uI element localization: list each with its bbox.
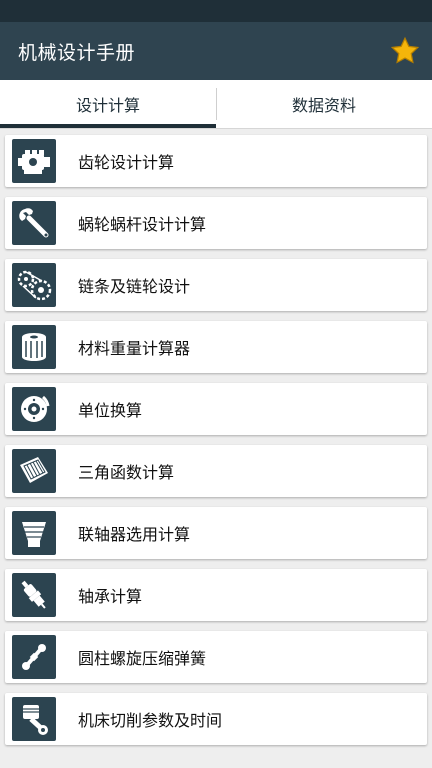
item-label: 轴承计算 [78,587,143,606]
list-item-material-weight[interactable]: 材料重量计算器 [5,321,427,373]
tab-label: 设计计算 [75,96,140,115]
item-label: 蜗轮蜗杆设计计算 [78,215,207,234]
star-icon[interactable] [388,34,422,68]
tool-list: 齿轮设计计算 蜗轮蜗杆设计计算 链条及链轮设计 材料重量计算器 单位换算 三角函… [0,129,432,745]
item-label: 单位换算 [78,401,143,420]
list-item-compression-spring[interactable]: 圆柱螺旋压缩弹簧 [5,631,427,683]
air-filter-icon [12,449,56,493]
engine-icon [12,139,56,183]
item-label: 圆柱螺旋压缩弹簧 [78,649,207,668]
spark-plug-icon [12,573,56,617]
list-item-gear-design[interactable]: 齿轮设计计算 [5,135,427,187]
status-bar [0,0,432,22]
list-item-chain-sprocket[interactable]: 链条及链轮设计 [5,259,427,311]
list-item-bearing-calc[interactable]: 轴承计算 [5,569,427,621]
tab-data-reference[interactable]: 数据资料 [216,80,432,128]
list-item-machining-params[interactable]: 机床切削参数及时间 [5,693,427,745]
tab-bar: 设计计算 数据资料 [0,80,432,129]
drive-shaft-icon [12,635,56,679]
item-label: 机床切削参数及时间 [78,711,223,730]
oil-filter-icon [12,325,56,369]
list-item-coupling-select[interactable]: 联轴器选用计算 [5,507,427,559]
item-label: 材料重量计算器 [78,339,191,358]
item-label: 链条及链轮设计 [78,277,191,296]
item-label: 三角函数计算 [78,463,175,482]
wrench-icon [12,201,56,245]
app-title: 机械设计手册 [18,41,136,64]
list-item-unit-conversion[interactable]: 单位换算 [5,383,427,435]
list-item-trig-calc[interactable]: 三角函数计算 [5,445,427,497]
item-label: 联轴器选用计算 [78,525,191,544]
list-item-worm-gear[interactable]: 蜗轮蜗杆设计计算 [5,197,427,249]
app-bar: 机械设计手册 [0,22,432,80]
tab-design-calc[interactable]: 设计计算 [0,80,216,128]
tab-label: 数据资料 [291,96,356,115]
brake-disc-icon [12,387,56,431]
cone-filter-icon [12,511,56,555]
item-label: 齿轮设计计算 [78,153,175,172]
chain-sprocket-icon [12,263,56,307]
piston-icon [12,697,56,741]
